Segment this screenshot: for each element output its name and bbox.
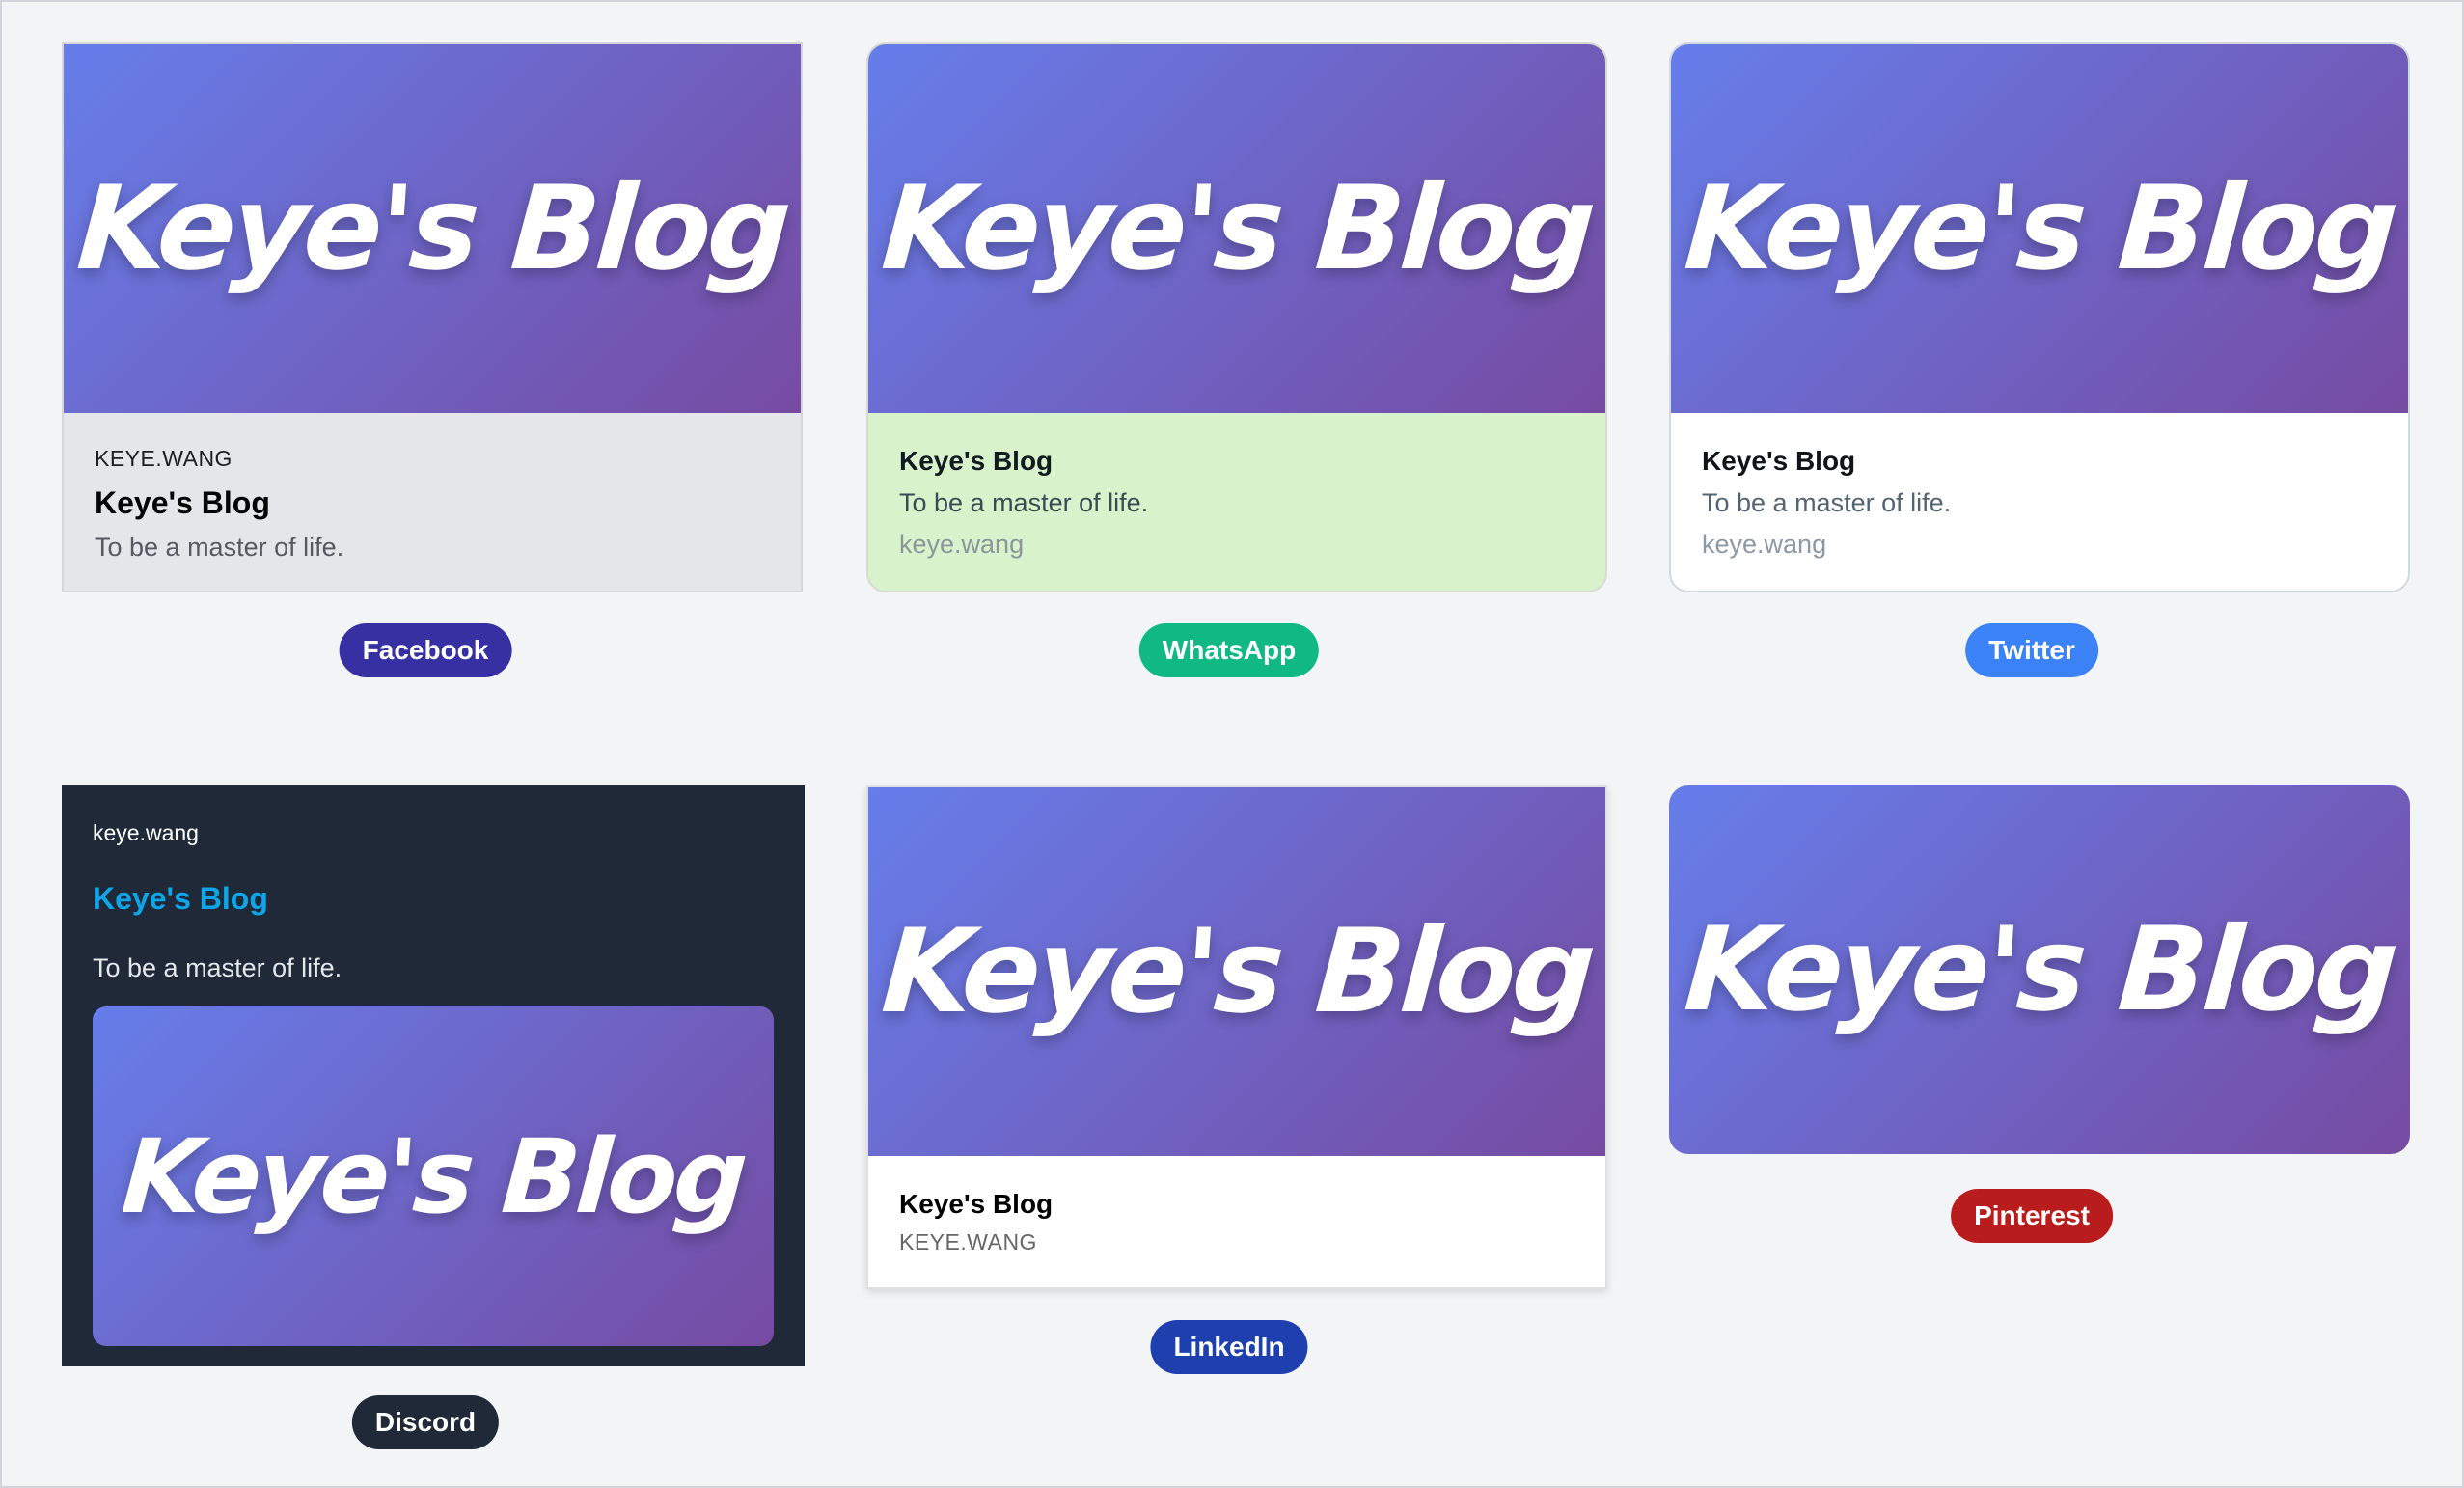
card-meta: Keye's Blog KEYE.WANG bbox=[868, 1156, 1605, 1287]
og-image: Keye's Blog bbox=[1669, 785, 2410, 1154]
card-meta: Keye's Blog To be a master of life. keye… bbox=[1671, 413, 2408, 591]
og-image: Keye's Blog bbox=[93, 1006, 774, 1346]
card-title: Keye's Blog bbox=[899, 1189, 1054, 1219]
twitter-preview-card[interactable]: Keye's Blog Keye's Blog To be a master o… bbox=[1669, 42, 2410, 592]
og-image-text: Keye's Blog bbox=[72, 161, 792, 296]
card-title[interactable]: Keye's Blog bbox=[93, 881, 774, 917]
og-image: Keye's Blog bbox=[868, 787, 1605, 1156]
linkedin-badge: LinkedIn bbox=[1150, 1320, 1308, 1374]
facebook-preview-card[interactable]: Keye's Blog KEYE.WANG Keye's Blog To be … bbox=[62, 42, 803, 592]
og-image: Keye's Blog bbox=[1671, 44, 2408, 413]
discord-preview-card[interactable]: keye.wang Keye's Blog To be a master of … bbox=[62, 785, 805, 1366]
card-domain: KEYE.WANG bbox=[899, 1229, 1037, 1254]
card-meta: KEYE.WANG Keye's Blog To be a master of … bbox=[64, 413, 801, 591]
card-description: To be a master of life. bbox=[899, 488, 1149, 517]
card-title: Keye's Blog bbox=[1702, 446, 1856, 476]
pinterest-badge: Pinterest bbox=[1951, 1189, 2113, 1243]
og-image-text: Keye's Blog bbox=[118, 1116, 749, 1236]
card-description: To be a master of life. bbox=[95, 533, 344, 562]
card-meta: Keye's Blog To be a master of life. keye… bbox=[868, 413, 1605, 591]
card-url: keye.wang bbox=[899, 530, 1025, 559]
og-image-text: Keye's Blog bbox=[877, 904, 1597, 1039]
linkedin-preview-card[interactable]: Keye's Blog Keye's Blog KEYE.WANG bbox=[866, 785, 1607, 1289]
twitter-badge: Twitter bbox=[1965, 623, 2098, 677]
card-url: keye.wang bbox=[1702, 530, 1827, 559]
card-domain: KEYE.WANG bbox=[95, 446, 233, 471]
discord-badge: Discord bbox=[351, 1395, 500, 1449]
og-image: Keye's Blog bbox=[64, 44, 801, 413]
og-image: Keye's Blog bbox=[868, 44, 1605, 413]
og-image-text: Keye's Blog bbox=[1680, 161, 2399, 296]
og-image-text: Keye's Blog bbox=[1680, 902, 2399, 1037]
card-site: keye.wang bbox=[93, 820, 199, 845]
card-description: To be a master of life. bbox=[93, 953, 342, 982]
card-description: To be a master of life. bbox=[1702, 488, 1952, 517]
og-image-text: Keye's Blog bbox=[877, 161, 1597, 296]
pinterest-preview-card[interactable]: Keye's Blog bbox=[1669, 785, 2410, 1154]
whatsapp-preview-card[interactable]: Keye's Blog Keye's Blog To be a master o… bbox=[866, 42, 1607, 592]
card-title: Keye's Blog bbox=[899, 446, 1054, 476]
card-title: Keye's Blog bbox=[95, 485, 270, 520]
whatsapp-badge: WhatsApp bbox=[1138, 623, 1320, 677]
facebook-badge: Facebook bbox=[339, 623, 512, 677]
